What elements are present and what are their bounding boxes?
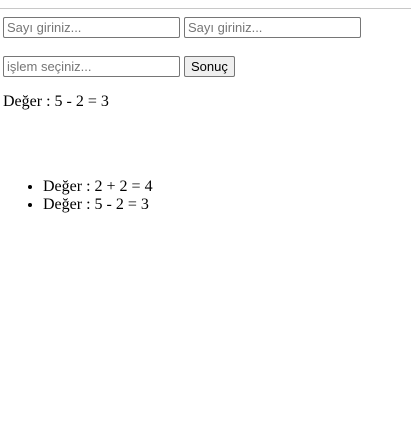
- history-item: Değer : 5 - 2 = 3: [43, 196, 153, 214]
- history-list: Değer : 2 + 2 = 4 Değer : 5 - 2 = 3: [3, 178, 153, 214]
- result-text: Değer : 5 - 2 = 3: [3, 93, 109, 110]
- operation-input[interactable]: [3, 56, 180, 77]
- result-button[interactable]: Sonuç: [184, 56, 235, 77]
- second-number-input[interactable]: [184, 17, 361, 38]
- top-divider: [0, 8, 411, 9]
- history-item: Değer : 2 + 2 = 4: [43, 178, 153, 196]
- first-number-input[interactable]: [3, 17, 180, 38]
